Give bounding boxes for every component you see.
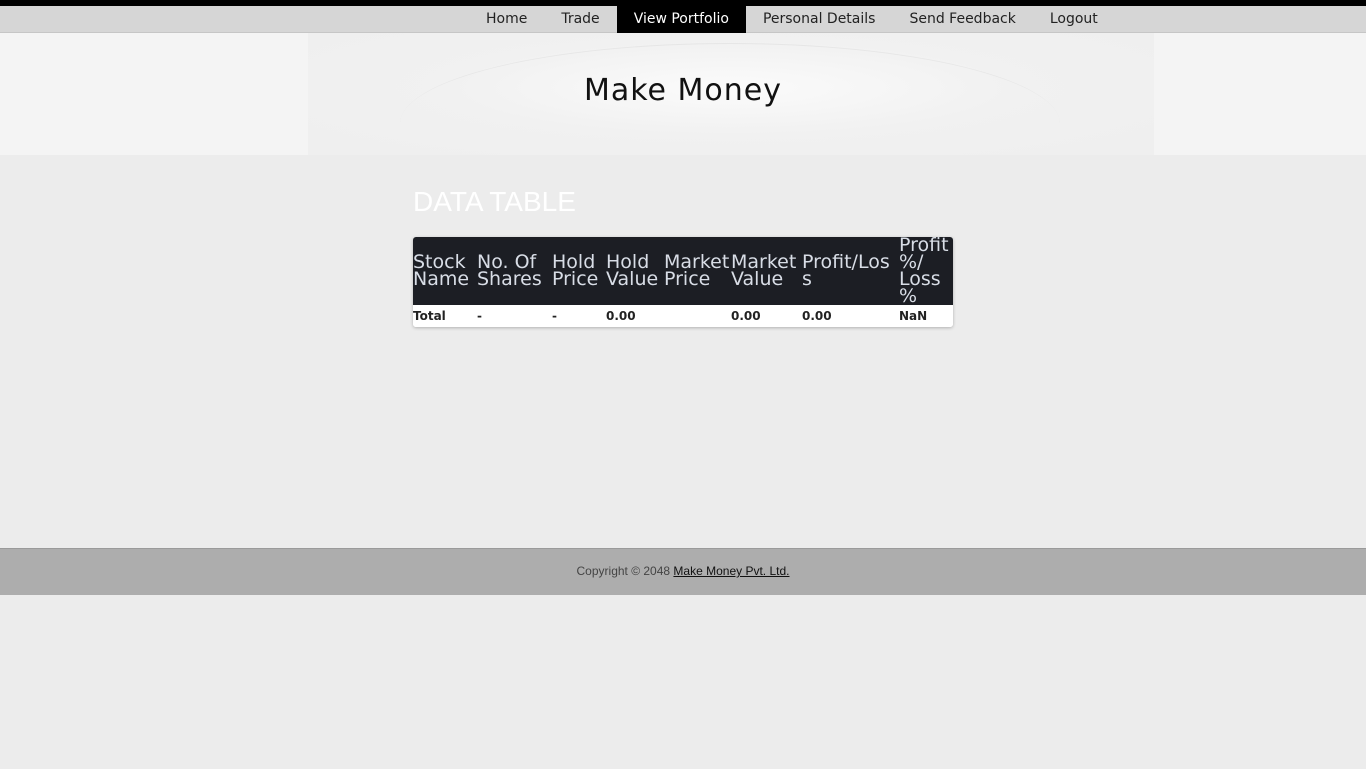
total-shares-cell: -	[477, 305, 552, 327]
site-footer: Copyright © 2048 Make Money Pvt. Ltd.	[0, 548, 1366, 595]
site-header: Make Money	[0, 33, 1366, 155]
nav-item-trade[interactable]: Trade	[544, 6, 616, 32]
column-header-profit-loss-percent: Profit %/ Loss %	[899, 237, 953, 306]
column-header-market-price: Market Price	[664, 237, 731, 305]
total-market-price-cell	[664, 305, 731, 327]
footer-copyright: Copyright © 2048 Make Money Pvt. Ltd.	[0, 564, 1366, 578]
nav-item-personal-details[interactable]: Personal Details	[746, 6, 893, 32]
column-header-no-of-shares: No. Of Shares	[477, 237, 552, 305]
total-hold-value-cell: 0.00	[606, 305, 664, 327]
column-header-hold-price: Hold Price	[552, 237, 606, 305]
total-label-cell: Total	[413, 305, 477, 327]
nav-item-logout[interactable]: Logout	[1033, 6, 1115, 32]
portfolio-table: Stock Name No. Of Shares Hold Price Hold…	[413, 237, 953, 327]
table-total-row: Total - - 0.00 0.00 0.00 NaN	[413, 305, 953, 327]
column-header-stock-name: Stock Name	[413, 237, 477, 305]
total-hold-price-cell: -	[552, 305, 606, 327]
column-header-hold-value: Hold Value	[606, 237, 664, 305]
copyright-text: Copyright © 2048	[576, 564, 674, 578]
nav-menu: Home Trade View Portfolio Personal Detai…	[469, 6, 1115, 36]
nav-item-home[interactable]: Home	[469, 6, 544, 32]
nav-bar: Home Trade View Portfolio Personal Detai…	[0, 6, 1366, 36]
total-profit-loss-percent-cell: NaN	[899, 305, 953, 327]
nav-item-send-feedback[interactable]: Send Feedback	[892, 6, 1032, 32]
column-header-profit-loss: Profit/Loss	[802, 237, 899, 305]
portfolio-table-container: Stock Name No. Of Shares Hold Price Hold…	[413, 237, 953, 327]
table-header-row: Stock Name No. Of Shares Hold Price Hold…	[413, 237, 953, 306]
site-title: Make Money	[583, 73, 783, 108]
nav-item-view-portfolio[interactable]: View Portfolio	[616, 6, 746, 36]
column-header-market-value: Market Value	[731, 237, 802, 305]
total-market-value-cell: 0.00	[731, 305, 802, 327]
company-link[interactable]: Make Money Pvt. Ltd.	[673, 564, 789, 578]
total-profit-loss-cell: 0.00	[802, 305, 899, 327]
header-arc	[400, 43, 1060, 204]
page-title: DATA TABLE	[413, 186, 576, 217]
